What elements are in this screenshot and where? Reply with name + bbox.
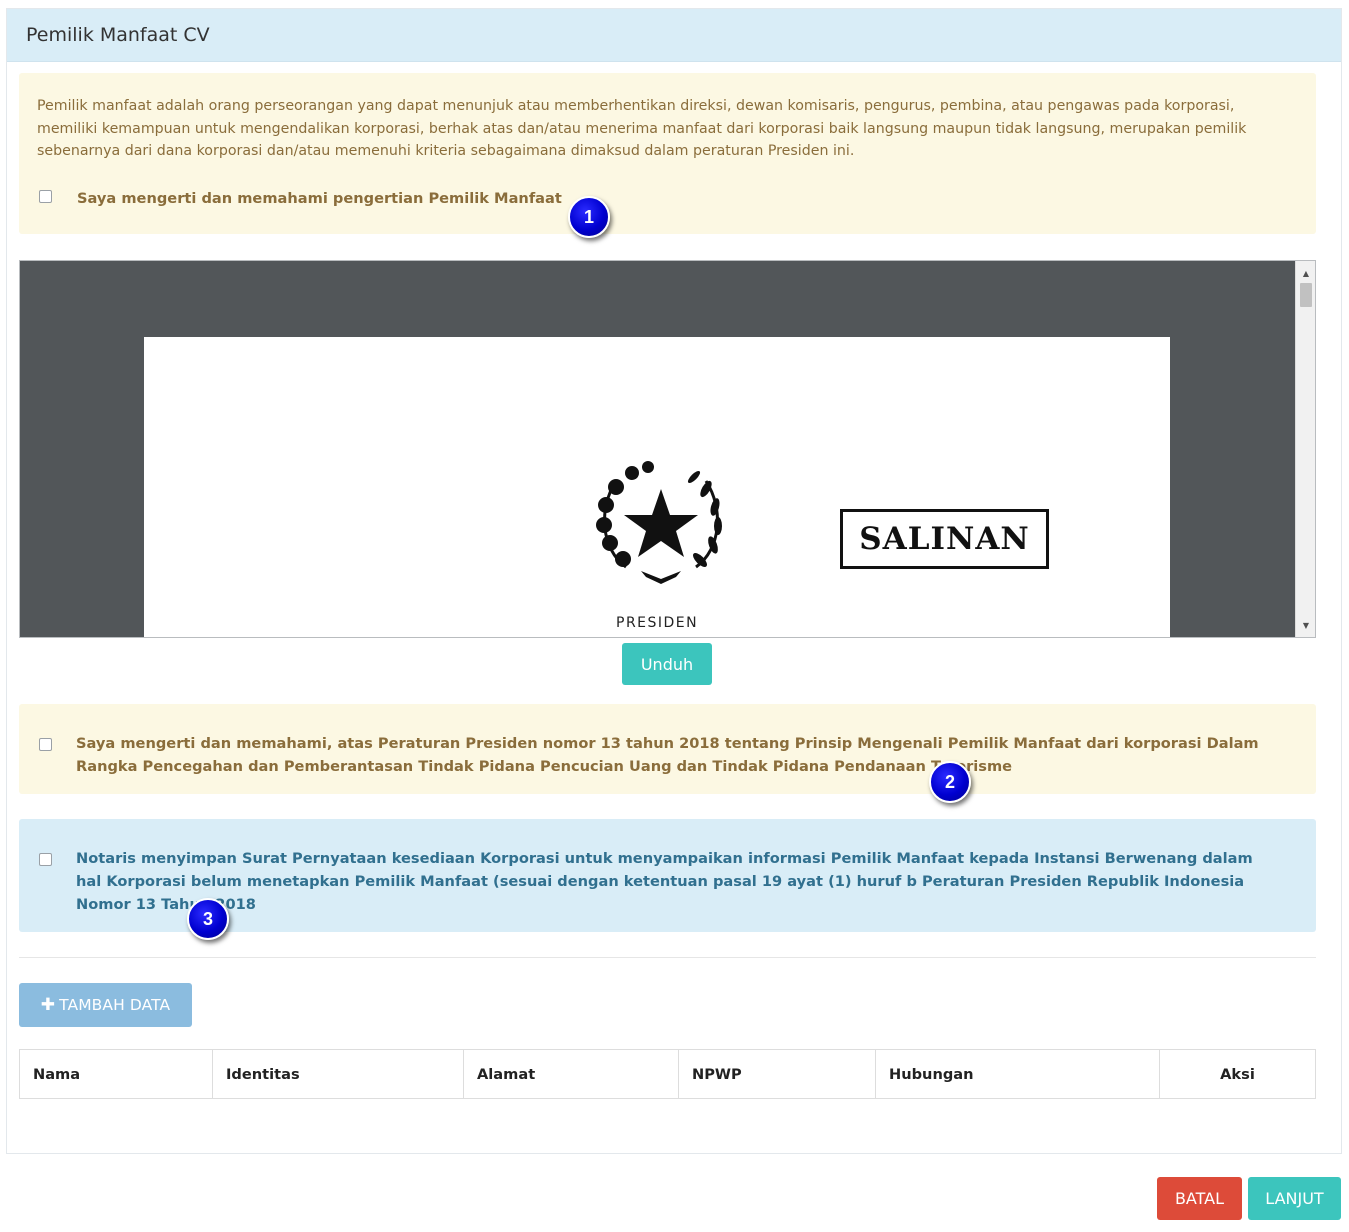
column-header-hubungan: Hubungan bbox=[876, 1050, 1160, 1098]
download-button[interactable]: Unduh bbox=[622, 643, 712, 685]
agreement-alert: Saya mengerti dan memahami, atas Peratur… bbox=[19, 704, 1316, 794]
column-header-aksi: Aksi bbox=[1220, 1065, 1255, 1083]
garuda-star-emblem-icon bbox=[596, 461, 722, 584]
beneficial-owner-table: Nama Identitas Alamat NPWP Hubungan Aksi bbox=[19, 1049, 1316, 1099]
next-button[interactable]: LANJUT bbox=[1248, 1177, 1341, 1220]
step-marker-1: 1 bbox=[568, 196, 610, 238]
pdf-page: SALINAN PRESIDEN bbox=[144, 337, 1170, 637]
definition-checkbox[interactable] bbox=[39, 190, 52, 203]
salinan-stamp: SALINAN bbox=[840, 509, 1049, 569]
definition-alert: Pemilik manfaat adalah orang perseoranga… bbox=[19, 73, 1316, 234]
column-header-npwp: NPWP bbox=[679, 1050, 876, 1098]
presiden-caption: PRESIDEN bbox=[616, 615, 699, 631]
salinan-stamp-text: SALINAN bbox=[859, 521, 1030, 557]
step-marker-2: 2 bbox=[929, 761, 971, 803]
section-divider bbox=[19, 957, 1316, 958]
plus-icon: ✚ bbox=[40, 995, 56, 1015]
cancel-button[interactable]: BATAL bbox=[1157, 1177, 1242, 1220]
step-marker-3: 3 bbox=[187, 898, 229, 940]
notary-checkbox-label[interactable]: Notaris menyimpan Surat Pernyataan kesed… bbox=[76, 847, 1266, 916]
add-data-button[interactable]: ✚ TAMBAH DATA bbox=[19, 983, 192, 1027]
pdf-viewer[interactable]: SALINAN PRESIDEN ▲ ▼ bbox=[19, 260, 1316, 638]
scroll-thumb[interactable] bbox=[1300, 283, 1312, 307]
add-data-label: TAMBAH DATA bbox=[59, 996, 171, 1014]
definition-checkbox-label[interactable]: Saya mengerti dan memahami pengertian Pe… bbox=[77, 187, 562, 210]
column-header-nama: Nama bbox=[20, 1050, 213, 1098]
pdf-scrollbar[interactable]: ▲ ▼ bbox=[1295, 261, 1315, 637]
panel-title: Pemilik Manfaat CV bbox=[7, 9, 1341, 62]
agreement-checkbox-label[interactable]: Saya mengerti dan memahami, atas Peratur… bbox=[76, 732, 1286, 778]
scroll-up-arrow-icon[interactable]: ▲ bbox=[1296, 265, 1315, 281]
notary-checkbox[interactable] bbox=[39, 853, 52, 866]
column-header-identitas: Identitas bbox=[213, 1050, 464, 1098]
column-header-alamat: Alamat bbox=[464, 1050, 679, 1098]
definition-text: Pemilik manfaat adalah orang perseoranga… bbox=[37, 98, 1247, 159]
scroll-down-arrow-icon[interactable]: ▼ bbox=[1296, 617, 1315, 633]
agreement-checkbox[interactable] bbox=[39, 738, 52, 751]
